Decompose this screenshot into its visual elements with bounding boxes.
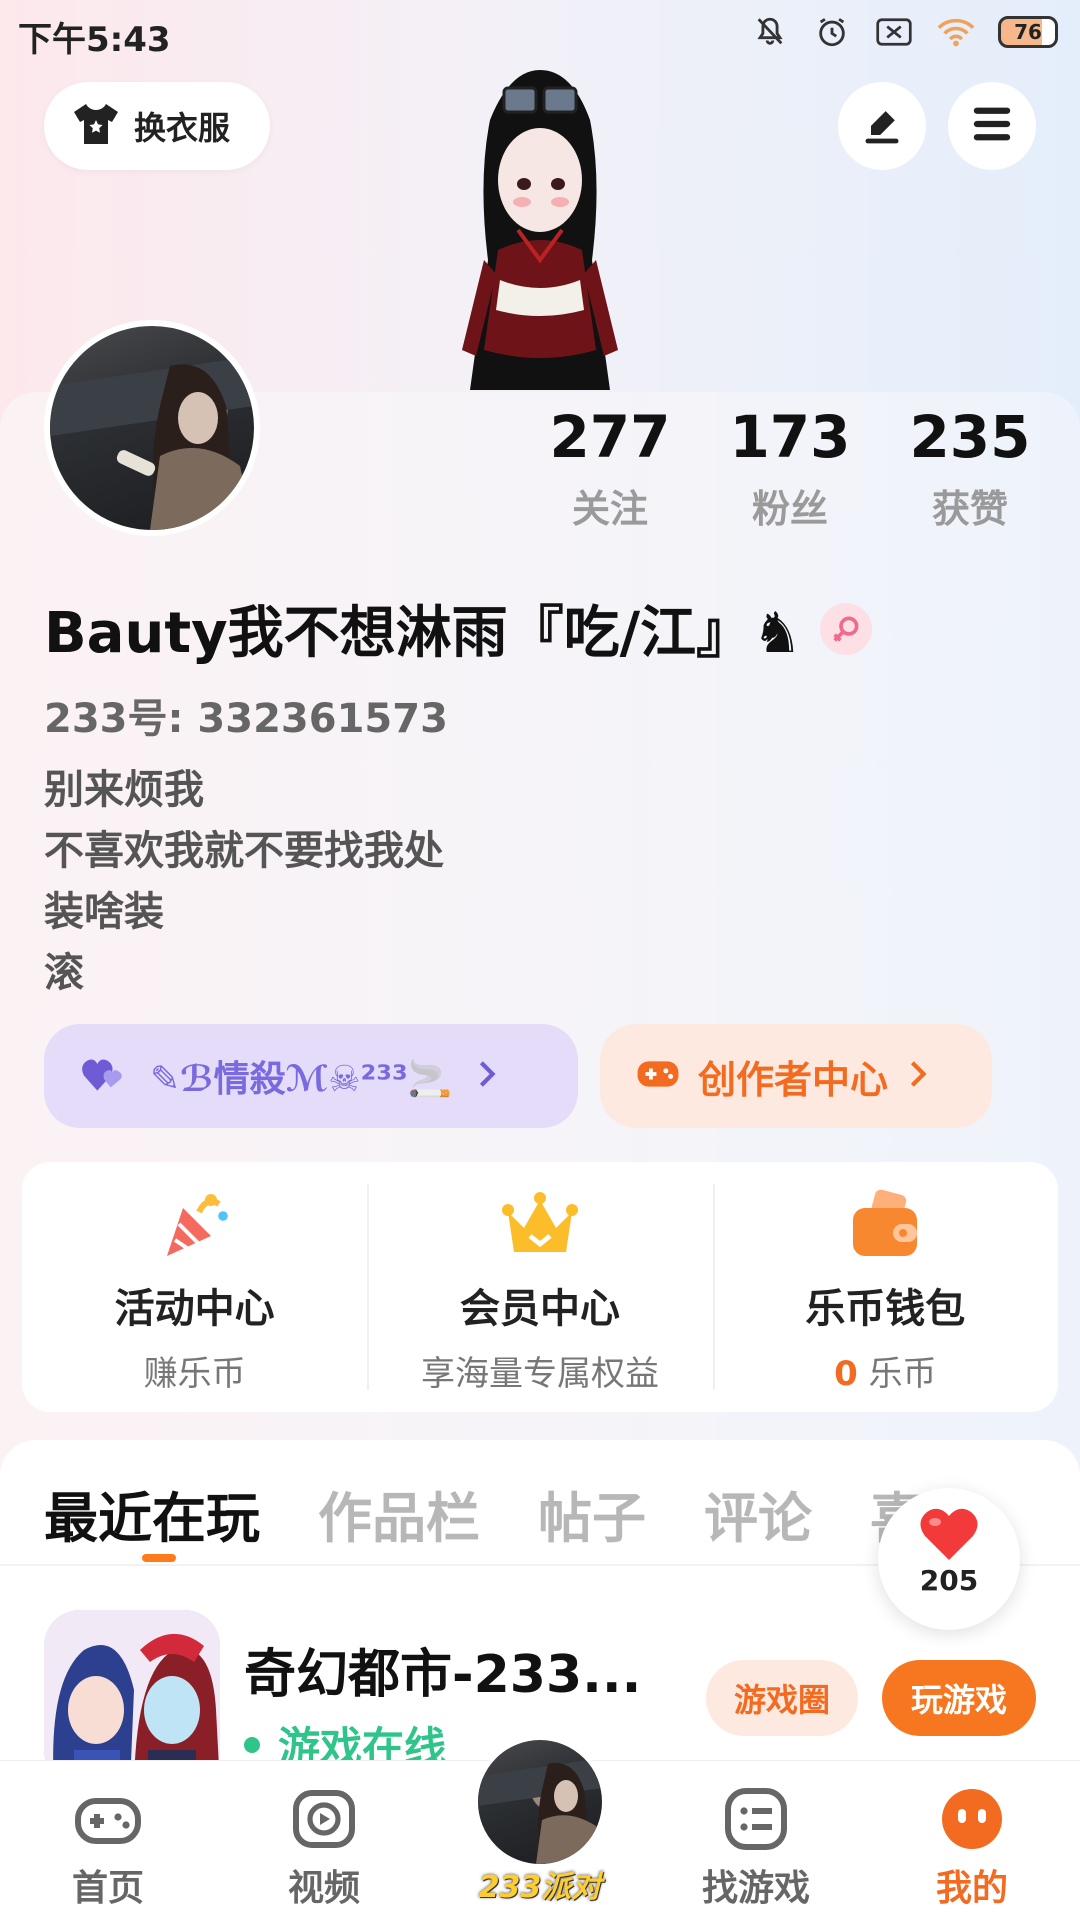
chevron-right-icon	[906, 1059, 930, 1093]
username-row: Bauty我不想淋雨『吃/江』♞	[44, 588, 873, 669]
tab-recently-played[interactable]: 最近在玩	[44, 1474, 260, 1553]
tab-posts[interactable]: 帖子	[538, 1474, 646, 1553]
coin-unit: 乐币	[868, 1354, 937, 1394]
female-gender-icon	[820, 602, 873, 655]
tab-works[interactable]: 作品栏	[318, 1474, 480, 1553]
game-title[interactable]: 奇幻都市-233...	[244, 1632, 641, 1707]
nav-label: 视频	[287, 1868, 360, 1909]
chevron-right-icon	[475, 1059, 499, 1093]
bio-line: 装啥装	[44, 889, 164, 935]
group-pill[interactable]: ✎ℬ情殺ℳ☠²³³🚬	[44, 1024, 578, 1128]
bio-line: 别来烦我	[44, 767, 204, 813]
mute-bell-icon	[750, 12, 790, 52]
service-subtitle: 0 乐币	[713, 1346, 1058, 1395]
stat-likes-received[interactable]: 235 获赞	[880, 392, 1060, 533]
wallet-icon	[845, 1184, 925, 1264]
crown-icon	[500, 1184, 580, 1264]
battery-indicator: 76	[998, 16, 1058, 48]
status-bar: 下午5:43 76	[0, 0, 1080, 66]
creator-center-label: 创作者中心	[698, 1057, 889, 1102]
smile-face-icon	[936, 1783, 1008, 1855]
group-name: ✎ℬ情殺ℳ☠²³³🚬	[150, 1059, 453, 1100]
stat-value: 277	[549, 403, 671, 471]
party-avatar[interactable]	[474, 1736, 606, 1868]
gamepad-icon	[72, 1783, 144, 1855]
nav-label: 首页	[71, 1868, 144, 1909]
status-time: 下午5:43	[18, 20, 171, 60]
service-title: 活动中心	[114, 1286, 275, 1332]
activity-center-button[interactable]: 活动中心 赚乐币	[22, 1162, 367, 1412]
gamepad-icon	[636, 1056, 680, 1096]
nav-mine[interactable]: 我的	[864, 1761, 1080, 1920]
nav-home[interactable]: 首页	[0, 1761, 216, 1920]
shirt-icon	[72, 102, 120, 150]
like-bubble[interactable]: 205	[878, 1488, 1020, 1630]
wifi-icon	[936, 12, 976, 52]
alarm-icon	[812, 12, 852, 52]
coin-wallet-button[interactable]: 乐币钱包 0 乐币	[712, 1162, 1058, 1412]
stat-value: 173	[729, 403, 851, 471]
heart-group-icon	[80, 1054, 128, 1098]
active-tab-indicator	[142, 1554, 176, 1562]
account-id: 233号: 332361573	[44, 696, 448, 742]
service-subtitle: 赚乐币	[143, 1354, 246, 1394]
party-label: 233派对	[478, 1870, 602, 1905]
online-dot-icon	[244, 1736, 260, 1753]
service-title: 会员中心	[459, 1286, 620, 1332]
profile-avatar[interactable]	[44, 320, 260, 536]
creator-center-button[interactable]: 创作者中心	[600, 1024, 992, 1128]
party-popper-icon	[155, 1184, 235, 1264]
stat-followers[interactable]: 173 粉丝	[700, 392, 880, 533]
heart-icon	[878, 1488, 1020, 1568]
stat-following[interactable]: 277 关注	[520, 392, 700, 533]
play-game-button[interactable]: 玩游戏	[882, 1660, 1036, 1736]
tab-comments[interactable]: 评论	[704, 1474, 812, 1553]
edit-profile-button[interactable]	[838, 82, 926, 170]
play-video-icon	[288, 1783, 360, 1855]
stat-label: 获赞	[931, 487, 1008, 531]
hamburger-menu-icon	[970, 104, 1014, 148]
stat-label: 关注	[571, 487, 648, 531]
change-outfit-button[interactable]: 换衣服	[44, 82, 270, 170]
vip-center-button[interactable]: 会员中心 享海量专属权益	[367, 1162, 712, 1412]
bio-line: 滚	[44, 950, 84, 996]
pen-icon	[860, 102, 904, 150]
nav-label: 我的	[935, 1868, 1008, 1909]
nav-label: 找游戏	[701, 1868, 810, 1909]
bio-line: 不喜欢我就不要找我处	[44, 828, 444, 874]
like-count: 205	[919, 1564, 979, 1597]
profile-stats: 277 关注 173 粉丝 235 获赞	[520, 392, 1060, 533]
avatar-character-figure[interactable]	[400, 60, 680, 390]
service-title: 乐币钱包	[805, 1286, 966, 1332]
status-icons: 76	[750, 12, 1058, 52]
service-subtitle: 享海量专属权益	[420, 1354, 659, 1394]
list-icon	[720, 1783, 792, 1855]
stat-value: 235	[909, 403, 1031, 471]
menu-button[interactable]	[948, 82, 1036, 170]
game-circle-button[interactable]: 游戏圈	[706, 1660, 858, 1736]
username: Bauty我不想淋雨『吃/江』♞	[44, 601, 803, 666]
coin-balance: 0	[834, 1354, 858, 1394]
no-sim-icon	[874, 12, 914, 52]
services-panel: 活动中心 赚乐币 会员中心 享海量专属权益 乐币钱包 0 乐币	[22, 1162, 1058, 1412]
nav-video[interactable]: 视频	[216, 1761, 432, 1920]
stat-label: 粉丝	[751, 487, 828, 531]
change-outfit-label: 换衣服	[134, 109, 231, 147]
content-tabs: 最近在玩 作品栏 帖子 评论 喜欢	[44, 1474, 978, 1553]
nav-find-games[interactable]: 找游戏	[648, 1761, 864, 1920]
bio: 别来烦我 不喜欢我就不要找我处 装啥装 滚	[44, 760, 444, 1004]
